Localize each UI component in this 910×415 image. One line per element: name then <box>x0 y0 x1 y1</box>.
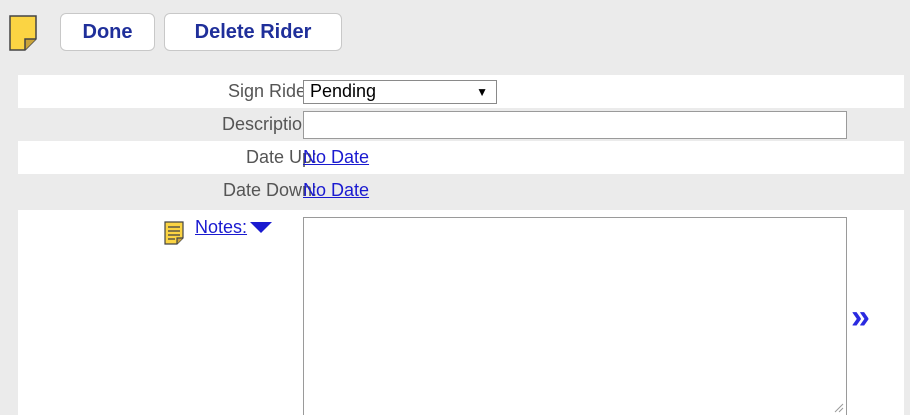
description-row: Description: <box>18 108 904 141</box>
sticky-note-icon[interactable] <box>9 15 37 51</box>
header-toolbar: Done Delete Rider <box>0 0 910 60</box>
sign-rider-selected-value: Pending <box>310 81 377 101</box>
notes-toggle[interactable]: Notes: <box>195 217 273 238</box>
sign-rider-select[interactable]: Pending ▼ <box>303 79 497 104</box>
notes-icon <box>164 221 184 245</box>
notes-row: Notes: » <box>18 210 904 415</box>
notes-textarea[interactable] <box>303 217 847 415</box>
resize-grip-icon[interactable] <box>834 403 844 413</box>
date-up-row: Date Up: No Date <box>18 141 904 174</box>
rider-form: Sign Rider: Pending ▼ Description: Date … <box>18 75 904 207</box>
sign-rider-row: Sign Rider: Pending ▼ <box>18 75 904 108</box>
done-button[interactable]: Done <box>60 13 155 51</box>
notes-label[interactable]: Notes: <box>195 217 247 238</box>
description-input[interactable] <box>303 110 847 139</box>
expand-notes-button[interactable]: » <box>851 300 870 334</box>
date-down-link[interactable]: No Date <box>303 180 369 201</box>
date-up-link[interactable]: No Date <box>303 147 369 168</box>
dropdown-arrow-icon: ▼ <box>476 84 488 99</box>
date-down-row: Date Down: No Date <box>18 174 904 207</box>
caret-down-icon <box>250 222 273 233</box>
delete-rider-button[interactable]: Delete Rider <box>164 13 342 51</box>
